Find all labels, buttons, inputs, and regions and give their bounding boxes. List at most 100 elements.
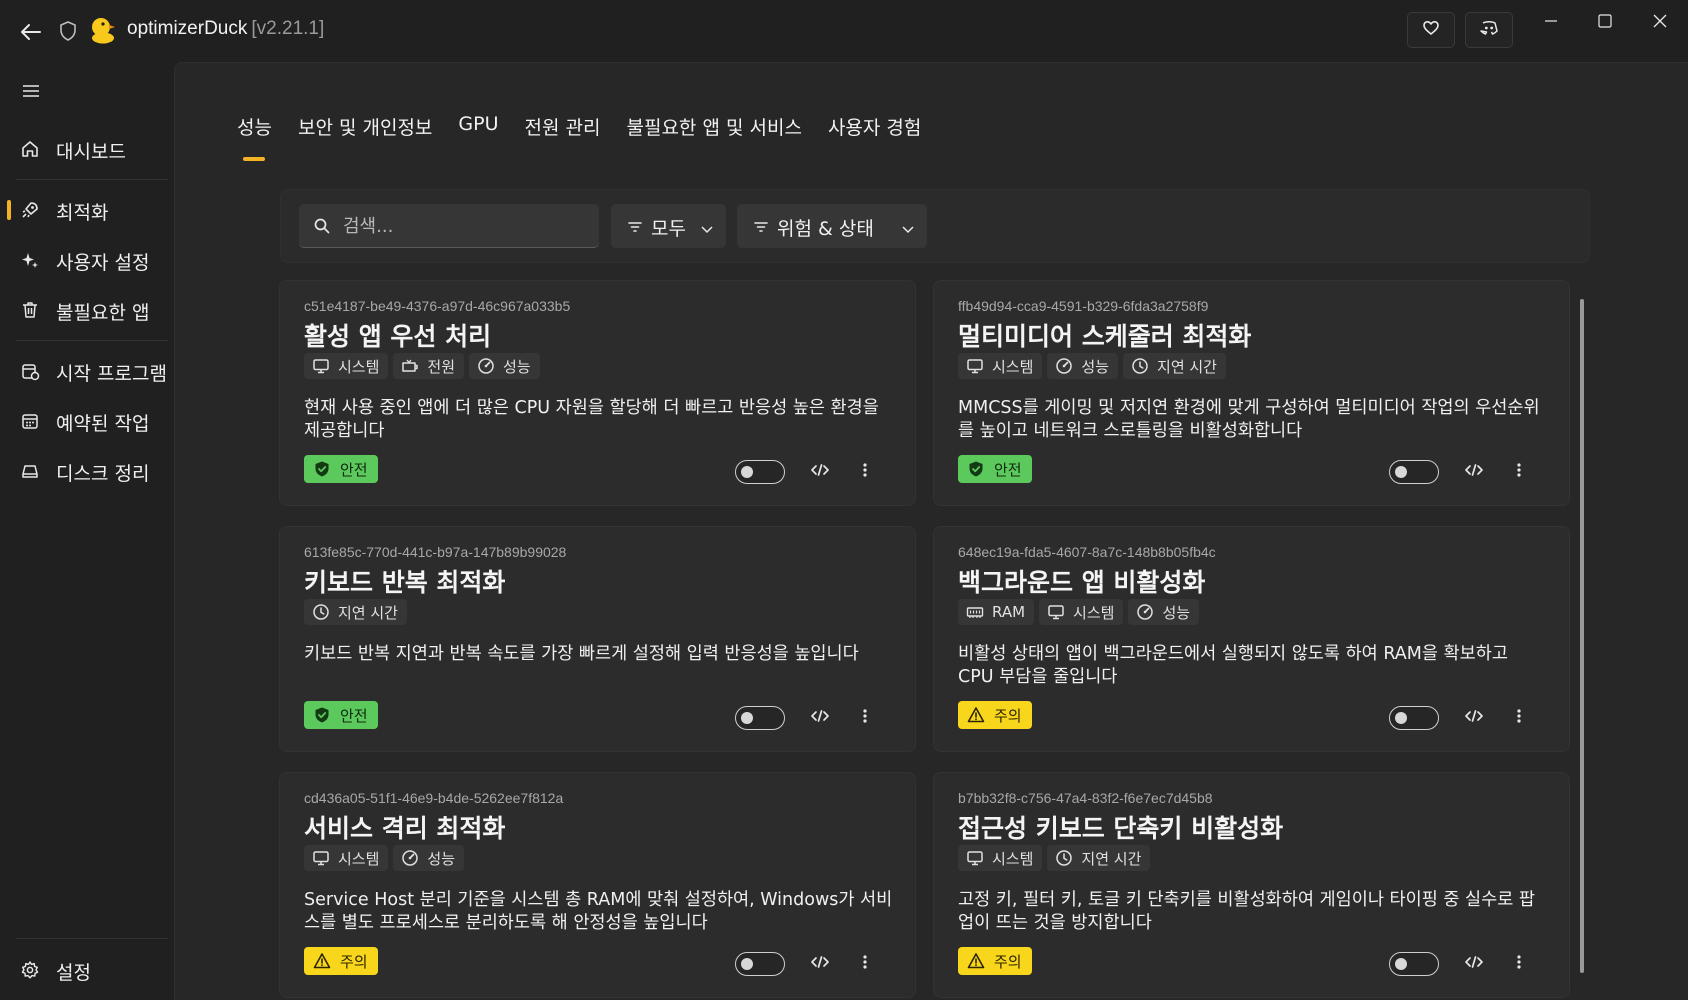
- sidebar-item-dashboard[interactable]: 대시보드: [8, 127, 168, 171]
- sidebar-item-label: 예약된 작업: [56, 413, 150, 435]
- tag-chip: RAM: [958, 599, 1035, 625]
- sidebar-item-startup[interactable]: 시작 프로그램: [8, 349, 168, 393]
- minimize-button[interactable]: [1531, 8, 1571, 38]
- optimization-description: 고정 키, 필터 키, 토글 키 단축키를 비활성화하여 게임이나 타이핑 중 …: [958, 890, 1535, 933]
- enable-toggle[interactable]: [1389, 706, 1439, 730]
- more-options-button[interactable]: [1510, 460, 1528, 484]
- app-version: [v2.21.1]: [251, 18, 325, 39]
- sidebar-item-disk-cleanup[interactable]: 디스크 정리: [8, 449, 168, 493]
- optimization-id: b7bb32f8-c756-47a4-83f2-f6e7ec7d45b8: [958, 790, 1213, 806]
- settings-label: 설정: [56, 962, 91, 984]
- more-vertical-icon: [862, 461, 868, 483]
- search-input[interactable]: [343, 212, 583, 240]
- optimization-description: 현재 사용 중인 앱에 더 많은 CPU 자원을 할당해 더 빠르고 반응성 높…: [304, 398, 879, 441]
- tab-security-privacy[interactable]: 보안 및 개인정보: [298, 111, 432, 151]
- optimization-title: 백그라운드 앱 비활성화: [958, 568, 1206, 597]
- tag-label: 시스템: [992, 357, 1034, 376]
- enable-toggle[interactable]: [1389, 952, 1439, 976]
- sidebar-item-scheduled-tasks[interactable]: 예약된 작업: [8, 399, 168, 443]
- tag-chip: 전원: [393, 353, 465, 379]
- view-code-button[interactable]: [808, 706, 832, 730]
- trash-icon: [20, 300, 40, 320]
- view-code-button[interactable]: [1462, 460, 1486, 484]
- tab-label: 사용자 경험: [827, 117, 922, 139]
- discord-button[interactable]: [1465, 12, 1513, 48]
- tag-list: 지연 시간: [304, 599, 412, 625]
- more-vertical-icon: [1516, 461, 1522, 483]
- sidebar-item-bloatware[interactable]: 불필요한 앱: [8, 288, 168, 332]
- toggle-knob: [741, 958, 753, 970]
- tab-power[interactable]: 전원 관리: [525, 111, 601, 151]
- more-options-button[interactable]: [1510, 952, 1528, 976]
- optimization-id: cd436a05-51f1-46e9-b4de-5262ee7f812a: [304, 790, 564, 806]
- startup-icon: [20, 361, 40, 381]
- filter-icon: [753, 219, 769, 233]
- view-code-button[interactable]: [1462, 952, 1486, 976]
- risk-label: 주의: [994, 952, 1022, 971]
- optimization-title: 멀티미디어 스케줄러 최적화: [958, 322, 1252, 351]
- tag-label: 전원: [427, 357, 456, 376]
- tag-label: 성능: [1162, 603, 1191, 622]
- sidebar-item-user-settings[interactable]: 사용자 설정: [8, 238, 168, 282]
- more-options-button[interactable]: [856, 460, 874, 484]
- sidebar-item-optimize[interactable]: 최적화: [7, 188, 168, 232]
- scrollbar[interactable]: [1580, 299, 1584, 973]
- optimization-title: 활성 앱 우선 처리: [304, 322, 492, 351]
- optimization-title: 접근성 키보드 단축키 비활성화: [958, 814, 1284, 843]
- more-vertical-icon: [1516, 707, 1522, 729]
- maximize-button[interactable]: [1585, 8, 1625, 38]
- shield-check-icon: [313, 706, 331, 724]
- tab-gpu[interactable]: GPU: [458, 111, 498, 151]
- tab-bloatware-services[interactable]: 불필요한 앱 및 서비스: [626, 111, 801, 151]
- optimization-id: 613fe85c-770d-441c-b97a-147b89b99028: [304, 544, 567, 560]
- tag-chip: 지연 시간: [304, 599, 407, 625]
- monitor-icon: [312, 357, 330, 375]
- tag-label: 성능: [503, 357, 531, 376]
- view-code-button[interactable]: [808, 952, 832, 976]
- gauge-icon: [1055, 357, 1073, 375]
- tag-chip: 시스템: [1039, 599, 1124, 625]
- enable-toggle[interactable]: [1389, 460, 1439, 484]
- optimization-id: c51e4187-be49-4376-a97d-46c967a033b5: [304, 298, 571, 314]
- tag-label: 시스템: [1073, 603, 1115, 622]
- risk-badge: 주의: [958, 947, 1032, 975]
- optimization-description: MMCSS를 게이밍 및 저지연 환경에 맞게 구성하여 멀티미디어 작업의 우…: [958, 398, 1540, 441]
- tab-performance[interactable]: 성능: [237, 111, 272, 161]
- monitor-icon: [966, 849, 984, 867]
- tab-label: 전원 관리: [524, 117, 601, 139]
- enable-toggle[interactable]: [735, 706, 785, 730]
- risk-label: 안전: [340, 706, 368, 725]
- shield-icon: [58, 20, 78, 42]
- hamburger-menu-icon[interactable]: [20, 80, 42, 102]
- favorite-button[interactable]: [1407, 12, 1455, 48]
- close-button[interactable]: [1640, 8, 1680, 38]
- category-filter-dropdown[interactable]: 모두: [611, 204, 726, 248]
- monitor-icon: [966, 357, 984, 375]
- duck-logo-icon: [90, 16, 116, 44]
- sidebar-item-settings[interactable]: 설정: [8, 948, 168, 992]
- optimization-card: b7bb32f8-c756-47a4-83f2-f6e7ec7d45b8 접근성…: [933, 772, 1570, 998]
- more-options-button[interactable]: [1510, 706, 1528, 730]
- enable-toggle[interactable]: [735, 952, 785, 976]
- more-options-button[interactable]: [856, 952, 874, 976]
- enable-toggle[interactable]: [735, 460, 785, 484]
- code-icon: [1464, 954, 1484, 974]
- tag-label: 지연 시간: [338, 603, 398, 622]
- optimization-description: 비활성 상태의 앱이 백그라운드에서 실행되지 않도록 하여 RAM을 확보하고…: [958, 644, 1508, 687]
- tab-user-experience[interactable]: 사용자 경험: [828, 111, 921, 151]
- app-title: optimizerDuck [v2.21.1]: [127, 18, 324, 40]
- risk-badge: 주의: [304, 947, 378, 975]
- active-indicator: [7, 200, 11, 220]
- sidebar-divider: [16, 179, 168, 180]
- view-code-button[interactable]: [808, 460, 832, 484]
- chevron-down-icon: [700, 220, 714, 234]
- optimization-title: 키보드 반복 최적화: [304, 568, 506, 597]
- tab-label: 보안 및 개인정보: [297, 117, 433, 139]
- risk-filter-dropdown[interactable]: 위험 & 상태: [737, 204, 927, 248]
- more-options-button[interactable]: [856, 706, 874, 730]
- view-code-button[interactable]: [1462, 706, 1486, 730]
- tag-chip: 시스템: [304, 845, 389, 871]
- back-arrow-icon[interactable]: [18, 19, 44, 45]
- tab-label: 불필요한 앱 및 서비스: [626, 117, 802, 139]
- more-vertical-icon: [1516, 953, 1522, 975]
